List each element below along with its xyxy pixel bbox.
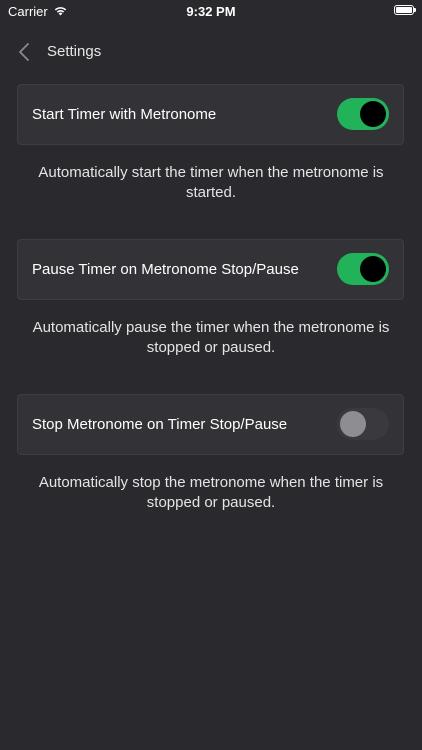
page-title: Settings	[47, 43, 102, 60]
setting-description: Automatically pause the timer when the m…	[32, 319, 390, 356]
setting-description: Automatically stop the metronome when th…	[38, 474, 384, 511]
status-time: 9:32 PM	[186, 4, 236, 19]
setting-label: Pause Timer on Metronome Stop/Pause	[32, 261, 299, 278]
toggle-knob	[360, 101, 386, 127]
pause-timer-toggle[interactable]	[337, 253, 389, 285]
toggle-knob	[360, 256, 386, 282]
setting-label: Start Timer with Metronome	[32, 106, 217, 123]
battery-icon	[394, 5, 416, 15]
setting-row-start-timer: Start Timer with Metronome	[17, 84, 404, 145]
setting-description: Automatically start the timer when the m…	[38, 164, 384, 201]
setting-row-pause-timer: Pause Timer on Metronome Stop/Pause	[17, 239, 404, 300]
status-bar: Carrier 9:32 PM	[0, 0, 422, 22]
start-timer-toggle[interactable]	[337, 98, 389, 130]
chevron-left-icon	[19, 43, 29, 61]
back-button[interactable]	[14, 40, 36, 64]
setting-row-stop-metronome: Stop Metronome on Timer Stop/Pause	[17, 394, 404, 455]
setting-label: Stop Metronome on Timer Stop/Pause	[32, 416, 288, 433]
stop-metronome-toggle[interactable]	[337, 408, 389, 440]
nav-bar: Settings	[0, 38, 422, 66]
toggle-knob	[340, 411, 366, 437]
